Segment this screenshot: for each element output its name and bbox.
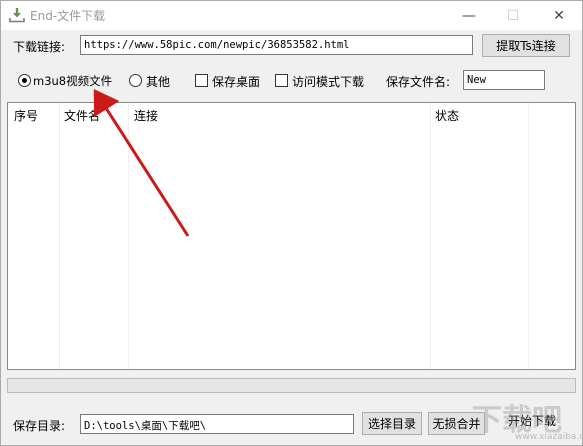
url-input[interactable]: https://www.58pic.com/newpic/36853582.ht… [80,35,473,55]
save-dir-input[interactable]: D:\tools\桌面\下载吧\ [80,414,354,434]
column-divider [528,103,529,369]
checkbox-save-desktop-label[interactable]: 保存桌面 [212,73,260,90]
filename-label: 保存文件名: [386,75,451,89]
download-app-icon [9,8,25,23]
lossless-merge-button[interactable]: 无损合并 [428,412,485,435]
fetch-ts-button[interactable]: 提取Ts连接 [482,34,570,57]
radio-other[interactable] [129,74,142,87]
minimize-icon: — [462,7,476,24]
url-label: 下载链接: [13,40,66,54]
filename-input[interactable]: New [463,70,545,90]
start-download-button[interactable]: 开始下载 [492,405,572,435]
maximize-icon: ☐ [506,7,520,24]
title-bar[interactable]: End-文件下载 — ☐ ✕ [1,1,582,30]
window-title: End-文件下载 [30,9,106,23]
column-header-link[interactable]: 连接 [134,107,158,124]
column-header-status[interactable]: 状态 [435,107,459,124]
maximize-button[interactable]: ☐ [491,1,535,30]
column-divider [430,103,431,369]
radio-m3u8[interactable] [18,74,31,87]
checkbox-save-desktop[interactable] [195,74,208,87]
checkbox-access-mode[interactable] [275,74,288,87]
column-divider [128,103,129,369]
save-dir-label: 保存目录: [13,419,66,433]
radio-other-label[interactable]: 其他 [146,73,170,90]
minimize-button[interactable]: — [447,1,491,30]
checkbox-access-mode-label[interactable]: 访问模式下载 [292,73,364,90]
choose-dir-button[interactable]: 选择目录 [362,412,422,435]
radio-m3u8-label[interactable]: m3u8视频文件 [33,73,112,89]
download-list[interactable]: 序号 文件名 连接 状态 [7,102,576,370]
close-button[interactable]: ✕ [537,1,581,30]
radio-selected-dot [22,78,27,83]
column-divider [59,103,60,369]
close-icon: ✕ [553,7,565,24]
column-header-index[interactable]: 序号 [14,107,38,124]
download-progress-bar [7,378,576,393]
column-header-filename[interactable]: 文件名 [64,107,100,124]
app-window: End-文件下载 — ☐ ✕ 下载链接: https://www.58pic.c… [0,0,583,446]
